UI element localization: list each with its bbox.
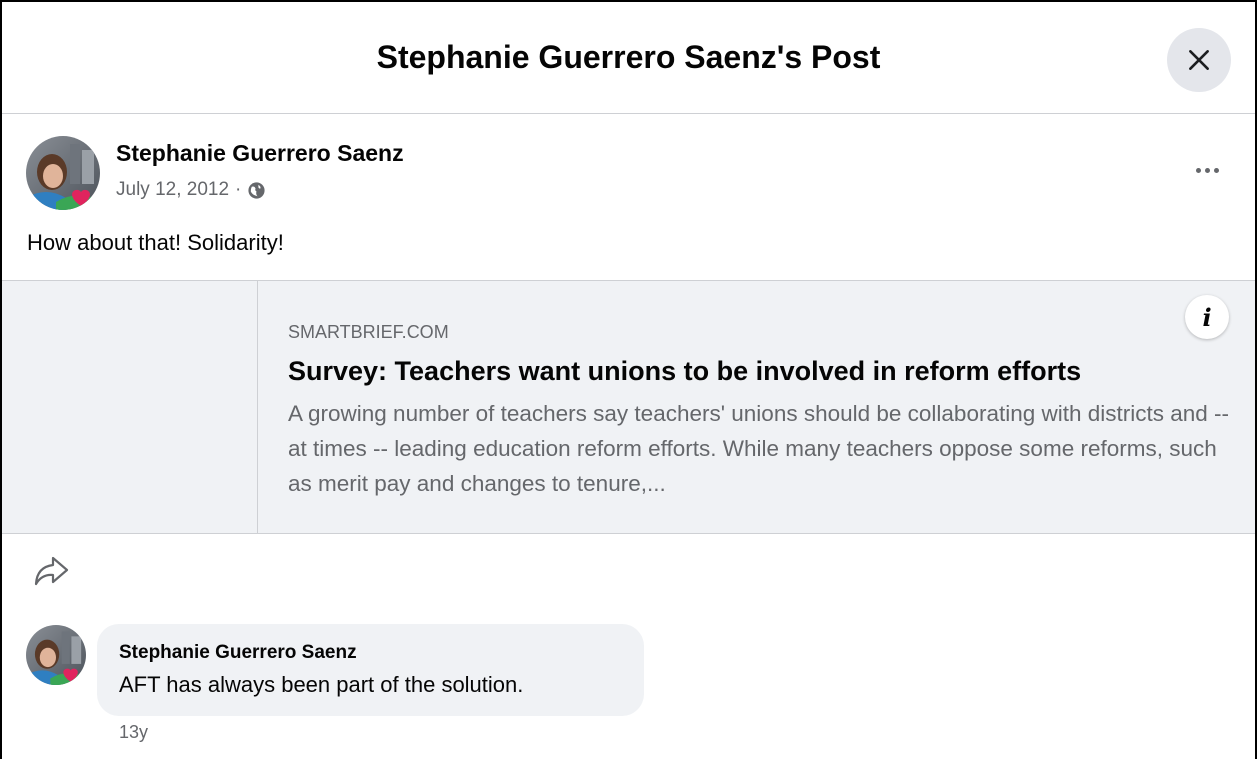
- post-dialog: Stephanie Guerrero Saenz's Post Stephani…: [0, 0, 1257, 759]
- post-text: How about that! Solidarity!: [27, 230, 284, 255]
- post-meta: July 12, 2012 ·: [116, 179, 266, 201]
- globe-icon: [247, 181, 266, 200]
- post-date[interactable]: July 12, 2012: [116, 179, 229, 201]
- link-thumbnail[interactable]: [2, 281, 258, 533]
- link-domain: SMARTBRIEF.COM: [288, 322, 449, 342]
- info-button[interactable]: i: [1185, 295, 1229, 339]
- comment-bubble: Stephanie Guerrero Saenz AFT has always …: [97, 624, 644, 716]
- author-avatar[interactable]: [26, 136, 100, 210]
- link-description: A growing number of teachers say teacher…: [288, 401, 1230, 496]
- meta-separator: ·: [235, 179, 242, 200]
- share-icon: [34, 556, 69, 586]
- comment-avatar[interactable]: [26, 625, 86, 685]
- comment-text: AFT has always been part of the solution…: [119, 672, 524, 697]
- dialog-header: Stephanie Guerrero Saenz's Post: [2, 2, 1255, 114]
- comment-author[interactable]: Stephanie Guerrero Saenz: [119, 642, 357, 664]
- close-button[interactable]: [1167, 28, 1231, 92]
- dialog-title: Stephanie Guerrero Saenz's Post: [376, 39, 881, 75]
- more-options-button[interactable]: [1185, 152, 1229, 188]
- share-button[interactable]: [32, 553, 70, 589]
- comment-timestamp[interactable]: 13y: [119, 722, 148, 743]
- close-icon: [1189, 50, 1209, 70]
- more-options-icon: [1195, 167, 1201, 173]
- link-title[interactable]: Survey: Teachers want unions to be invol…: [288, 356, 1081, 387]
- link-preview-card[interactable]: SMARTBRIEF.COM Survey: Teachers want uni…: [2, 280, 1255, 534]
- author-name[interactable]: Stephanie Guerrero Saenz: [116, 140, 404, 167]
